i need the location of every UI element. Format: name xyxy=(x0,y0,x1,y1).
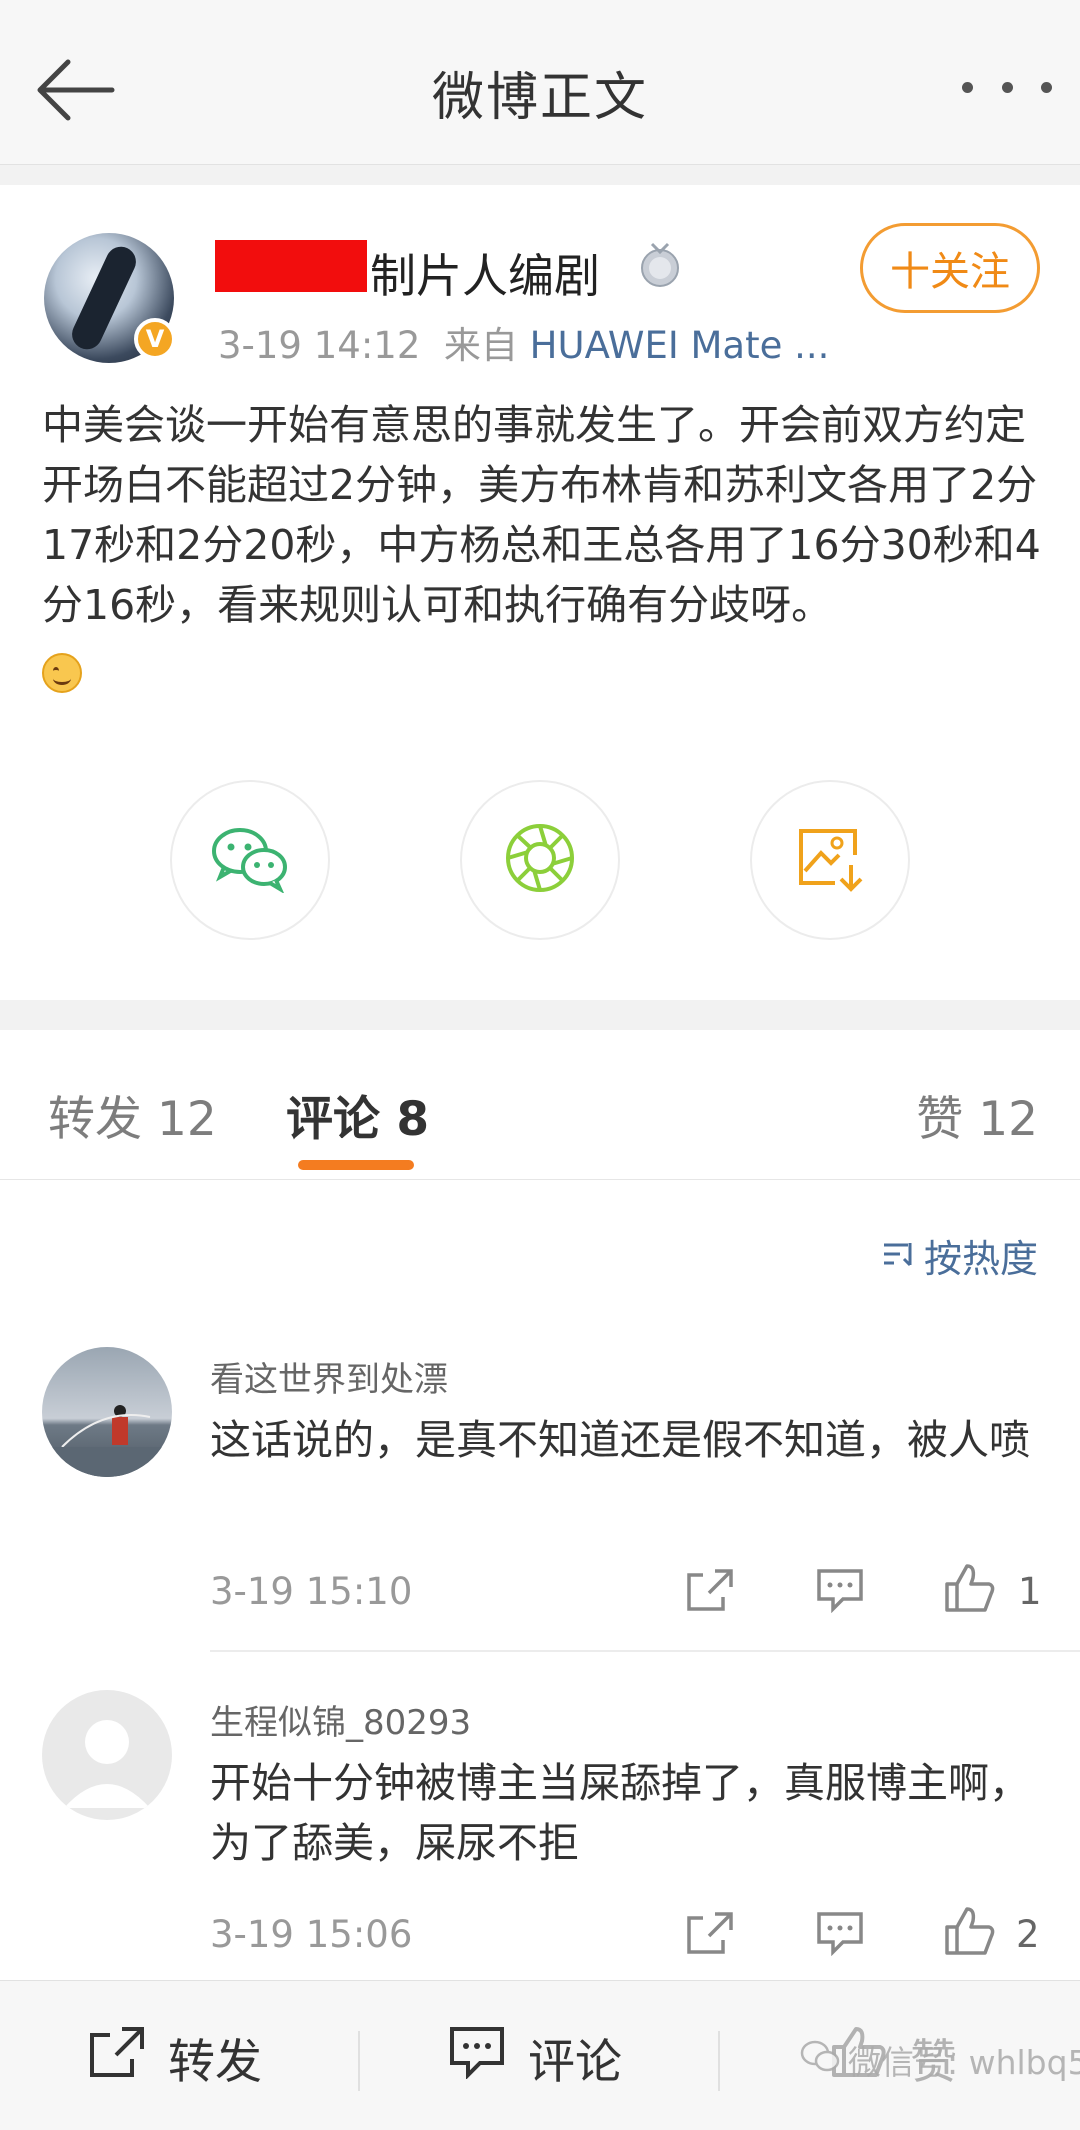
watermark: 微信号: whlbq58 xyxy=(800,2036,1080,2084)
post-card: V 制片人编剧 3-19 14:12 来自 HUAWEI Mate ... 十关… xyxy=(0,185,1080,1000)
post-meta: 3-19 14:12 来自 HUAWEI Mate ... xyxy=(218,315,829,369)
commenter-avatar[interactable] xyxy=(42,1690,172,1820)
comment-like-count: 1 xyxy=(1018,1570,1042,1613)
post-text: 中美会谈一开始有意思的事就发生了。开会前双方约定开场白不能超过2分钟，美方布林肯… xyxy=(42,401,1041,629)
bottom-divider xyxy=(718,2031,720,2091)
tab-like[interactable]: 赞 12 xyxy=(916,1080,1038,1149)
comment-text: 这话说的，是真不知道还是假不知道，被人喷 xyxy=(210,1416,1030,1464)
post-time: 3-19 14:12 xyxy=(218,324,421,367)
share-wechat-button[interactable] xyxy=(170,780,330,940)
bottom-divider xyxy=(358,2031,360,2091)
comment-repost-icon[interactable] xyxy=(680,1903,740,1963)
save-image-button[interactable] xyxy=(750,780,910,940)
comment-repost-icon[interactable] xyxy=(680,1560,740,1620)
comment-time: 3-19 15:10 xyxy=(210,1570,413,1613)
page-title: 微博正文 xyxy=(431,68,648,128)
top-nav-bar: 微博正文 xyxy=(0,0,1080,165)
repost-icon xyxy=(88,2025,146,2091)
commenter-name[interactable]: 生程似锦_80293 xyxy=(210,1695,471,1744)
bottom-repost-button[interactable]: 转发 xyxy=(88,2023,262,2092)
comment-icon xyxy=(448,2025,506,2091)
comment-time: 3-19 15:06 xyxy=(210,1913,413,1956)
comment-divider xyxy=(210,1650,1080,1652)
bottom-comment-label: 评论 xyxy=(528,2035,622,2090)
comment-list: 按热度 看这世界到处漂 这话说的，是真不知道还是假不知道，被人喷 3-19 15… xyxy=(0,1180,1080,1980)
active-tab-indicator xyxy=(298,1160,414,1170)
watermark-text: 微信号: whlbq58 xyxy=(848,2043,1080,2082)
share-moments-button[interactable] xyxy=(460,780,620,940)
comment-reply-icon[interactable] xyxy=(810,1560,870,1620)
sort-label: 按热度 xyxy=(923,1237,1038,1281)
wechat-icon xyxy=(210,823,290,897)
bottom-repost-label: 转发 xyxy=(168,2035,262,2090)
post-tabs: 转发 12 评论 8 赞 12 xyxy=(0,1030,1080,1180)
comment-like-count: 2 xyxy=(1016,1913,1040,1956)
tab-repost[interactable]: 转发 12 xyxy=(48,1080,217,1149)
comment-text: 开始十分钟被博主当屎舔掉了，真服博主啊，为了舔美，屎尿不拒 xyxy=(210,1759,1030,1867)
medal-icon xyxy=(638,242,682,290)
smile-emoji-icon xyxy=(42,653,82,693)
follow-button[interactable]: 十关注 xyxy=(860,223,1040,313)
source-prefix: 来自 xyxy=(443,324,518,367)
comment-like-icon[interactable] xyxy=(940,1901,1000,1961)
bottom-action-bar: 转发 评论 赞 微信号: whlbq58 xyxy=(0,1980,1080,2130)
sort-icon xyxy=(882,1234,916,1278)
bottom-comment-button[interactable]: 评论 xyxy=(448,2023,622,2092)
post-source[interactable]: HUAWEI Mate ... xyxy=(530,324,830,367)
more-options-icon[interactable] xyxy=(962,62,1052,112)
moments-icon xyxy=(502,820,578,900)
commenter-avatar[interactable] xyxy=(42,1347,172,1477)
author-name[interactable]: 制片人编剧 xyxy=(370,240,600,306)
save-image-icon xyxy=(793,821,867,899)
sort-button[interactable]: 按热度 xyxy=(882,1228,1038,1283)
commenter-name[interactable]: 看这世界到处漂 xyxy=(210,1352,448,1401)
wechat-watermark-icon xyxy=(800,2039,840,2081)
redacted-name-block xyxy=(215,240,367,292)
comment-reply-icon[interactable] xyxy=(810,1903,870,1963)
comment-like-icon[interactable] xyxy=(940,1558,1000,1618)
tab-comment[interactable]: 评论 8 xyxy=(286,1080,429,1149)
verified-badge-icon: V xyxy=(134,318,176,360)
